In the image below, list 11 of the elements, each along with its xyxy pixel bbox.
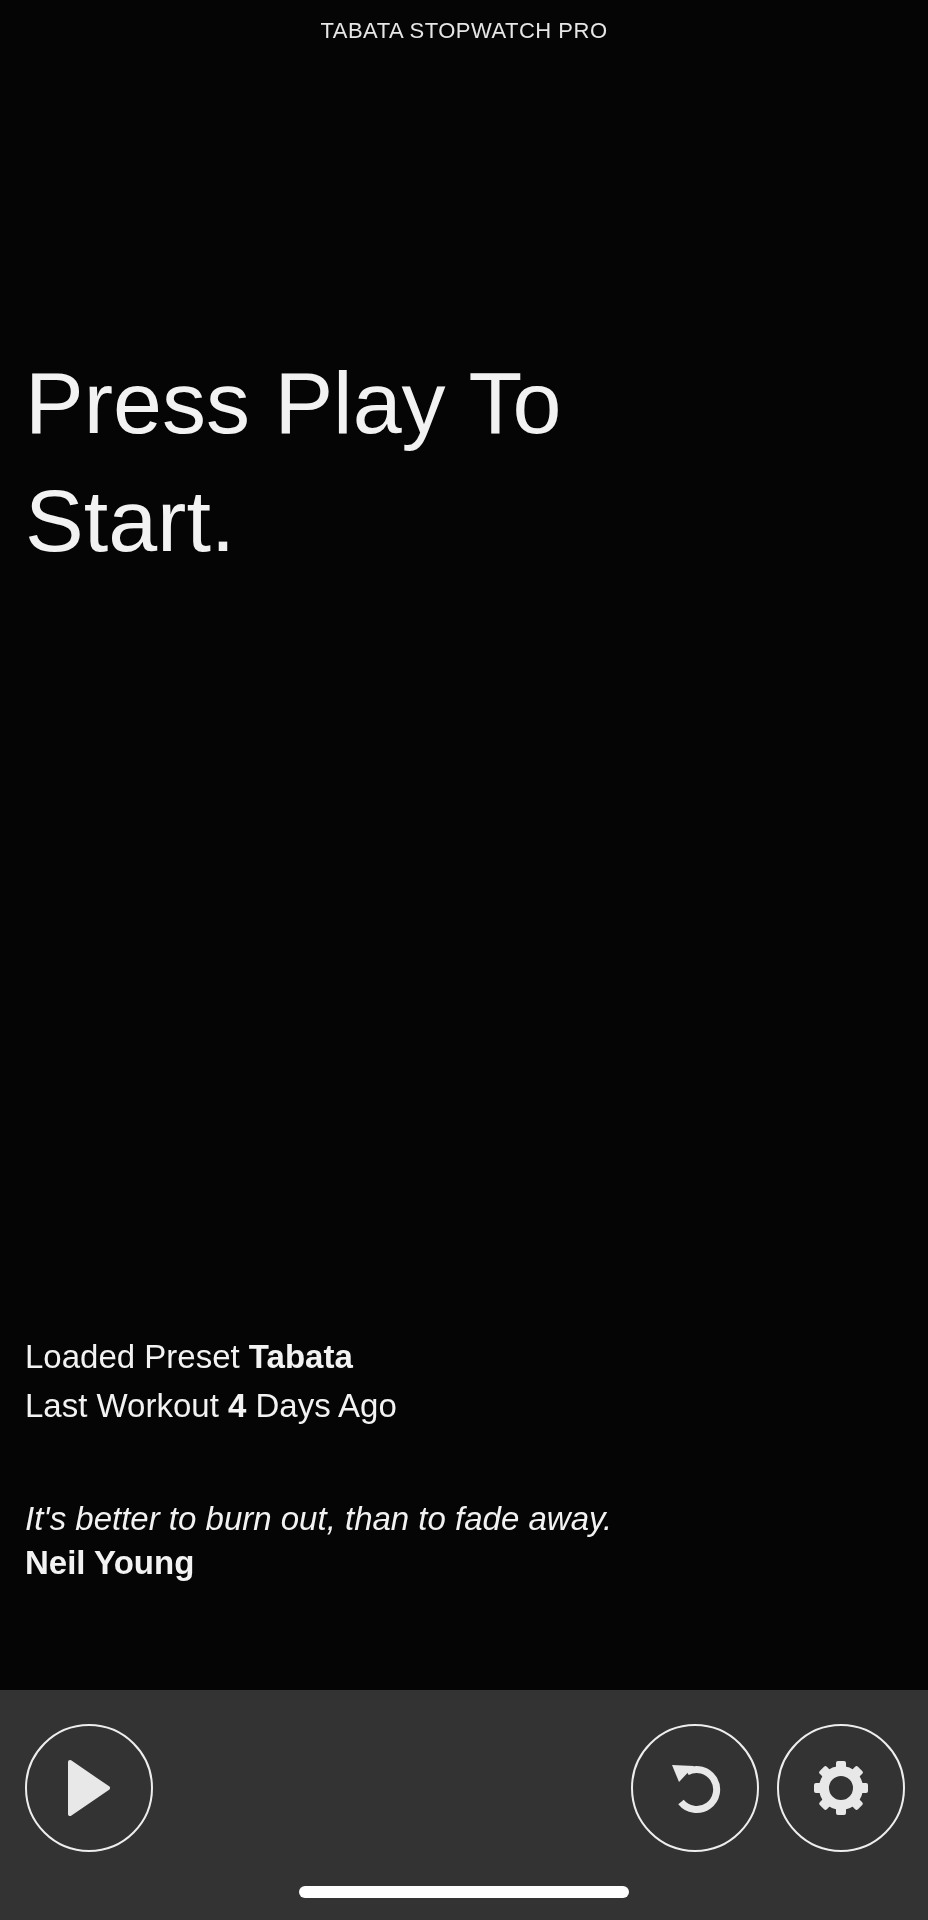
settings-icon bbox=[812, 1759, 870, 1817]
settings-button[interactable] bbox=[777, 1724, 905, 1852]
play-button[interactable] bbox=[25, 1724, 153, 1852]
quote-text: It's better to burn out, than to fade away. bbox=[25, 1500, 614, 1538]
play-icon bbox=[67, 1759, 111, 1817]
start-prompt: Press Play To Start. bbox=[25, 352, 563, 572]
app-title: TABATA STOPWATCH PRO bbox=[320, 18, 608, 44]
info-line: Loaded Preset Tabata bbox=[25, 1337, 354, 1377]
info-line: Last Workout 4 Days Ago bbox=[25, 1386, 398, 1426]
reset-button[interactable] bbox=[631, 1724, 759, 1852]
quote-author: Neil Young bbox=[25, 1544, 196, 1582]
